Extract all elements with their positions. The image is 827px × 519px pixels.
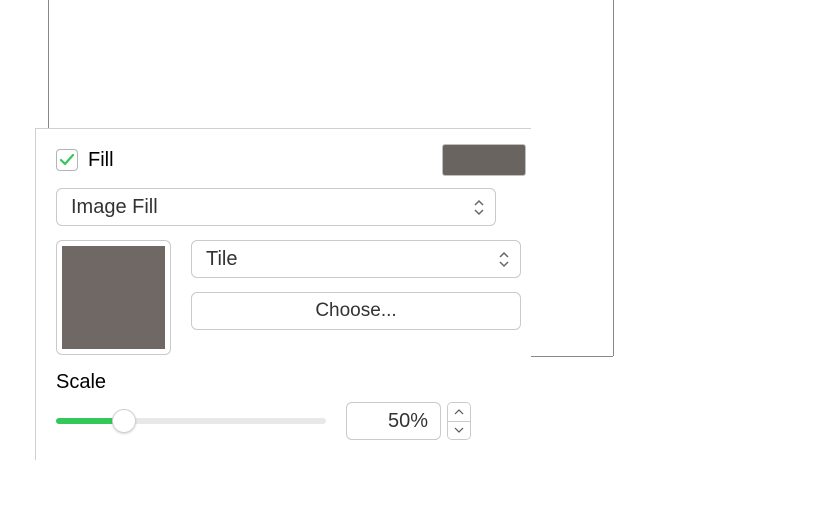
choose-button[interactable]: Choose... <box>191 292 521 330</box>
stepper-down-button[interactable] <box>448 422 470 440</box>
scale-row: 50% <box>56 402 531 440</box>
stepper-up-button[interactable] <box>448 403 470 422</box>
stepper-buttons <box>447 402 471 440</box>
image-options-column: Tile Choose... <box>191 240 531 355</box>
image-preview-well[interactable] <box>56 240 171 355</box>
fill-checkbox[interactable] <box>56 149 78 171</box>
color-well[interactable] <box>442 144 526 176</box>
checkmark-icon <box>59 152 75 168</box>
fill-type-value: Image Fill <box>71 196 158 219</box>
tile-mode-value: Tile <box>206 248 237 271</box>
image-preview-row: Tile Choose... <box>56 240 531 355</box>
scale-value-field[interactable]: 50% <box>346 402 441 440</box>
scale-stepper: 50% <box>346 402 471 440</box>
fill-checkbox-group: Fill <box>56 149 114 172</box>
chevron-updown-icon <box>498 251 510 268</box>
scale-label: Scale <box>56 371 531 394</box>
chevron-updown-icon <box>473 199 485 216</box>
callout-line <box>613 0 614 356</box>
image-preview-swatch <box>62 246 165 349</box>
choose-button-label: Choose... <box>315 300 396 322</box>
scale-value: 50% <box>388 410 428 433</box>
chevron-down-icon <box>454 427 464 433</box>
fill-panel: Fill Image Fill Tile Choose... <box>35 128 531 460</box>
fill-header-row: Fill <box>56 144 531 176</box>
slider-thumb[interactable] <box>112 409 136 433</box>
fill-type-select[interactable]: Image Fill <box>56 188 496 226</box>
chevron-up-icon <box>454 409 464 415</box>
fill-label: Fill <box>88 149 114 172</box>
scale-slider[interactable] <box>56 409 326 433</box>
tile-mode-select[interactable]: Tile <box>191 240 521 278</box>
